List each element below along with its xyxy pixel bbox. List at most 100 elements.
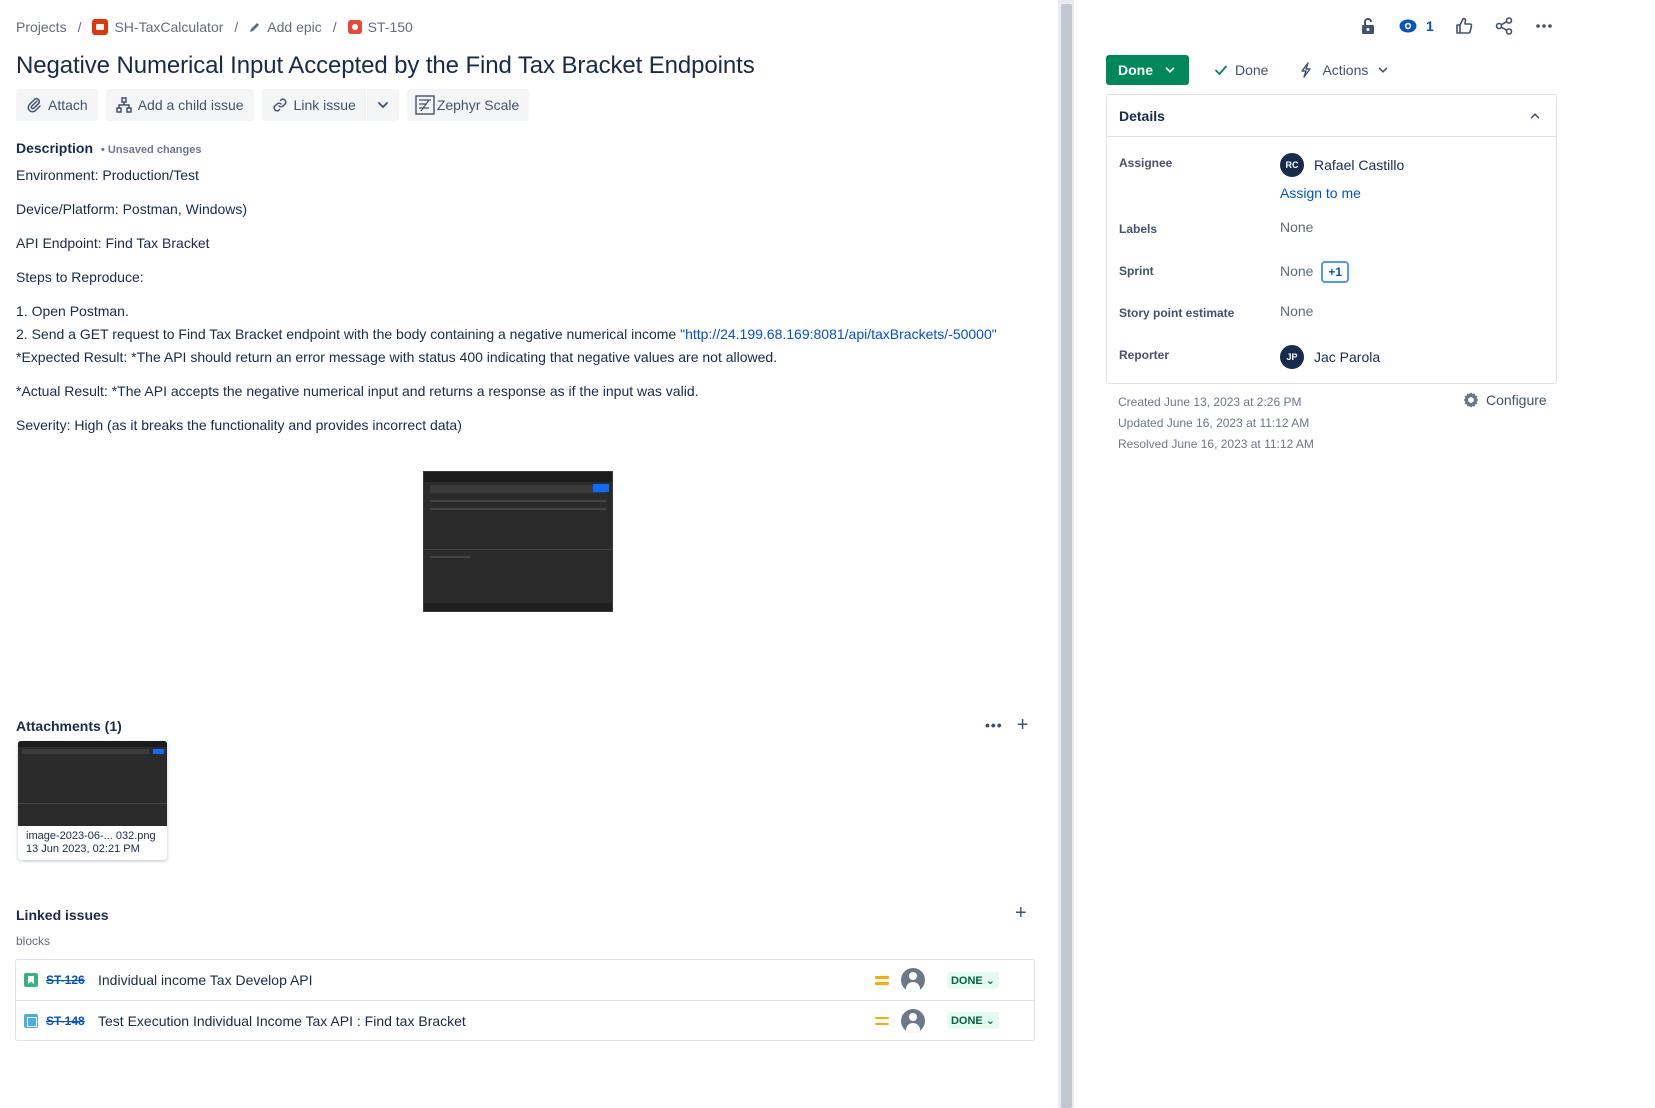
avatar: RC <box>1280 153 1304 177</box>
story-points-field: Story point estimate None <box>1119 295 1544 337</box>
link-issue-dropdown-button[interactable] <box>366 89 399 121</box>
description-severity: Severity: High (as it breaks the functio… <box>16 417 462 433</box>
add-child-issue-label: Add a child issue <box>137 97 244 113</box>
embedded-screenshot-image[interactable] <box>423 471 613 612</box>
linked-issue-key[interactable]: ST-126 <box>46 973 98 987</box>
breadcrumb-separator: / <box>234 19 239 35</box>
actions-button[interactable]: Actions <box>1292 62 1396 78</box>
assignee-value[interactable]: RC Rafael Castillo Assign to me <box>1280 145 1404 211</box>
attachment-card[interactable]: image-2023-06-... 032.png 13 Jun 2023, 0… <box>18 741 167 860</box>
thumbs-up-icon[interactable] <box>1454 16 1474 36</box>
attach-button[interactable]: Attach <box>16 89 98 121</box>
labels-label: Labels <box>1119 222 1158 236</box>
reporter-value[interactable]: JP Jac Parola <box>1280 337 1380 379</box>
zephyr-icon <box>415 95 435 115</box>
watch-count: 1 <box>1426 18 1434 34</box>
description-step-1: 1. Open Postman. <box>16 303 129 319</box>
details-header[interactable]: Details <box>1107 95 1556 137</box>
linked-issue-summary[interactable]: Test Execution Individual Income Tax API… <box>98 1013 466 1029</box>
sprint-value[interactable]: None +1 <box>1280 253 1350 295</box>
reporter-label: Reporter <box>1119 348 1170 362</box>
breadcrumb: Projects / SH-TaxCalculator / Add epic /… <box>16 19 413 35</box>
details-heading: Details <box>1119 107 1165 124</box>
list-item[interactable]: ST-148 Test Execution Individual Income … <box>16 1000 1034 1040</box>
link-issue-group: Link issue <box>261 89 399 121</box>
breadcrumb-separator: / <box>332 19 337 35</box>
configure-button[interactable]: Configure <box>1462 391 1547 409</box>
step-2-text: 2. Send a GET request to Find Tax Bracke… <box>16 326 681 342</box>
breadcrumb-add-epic-label[interactable]: Add epic <box>267 19 321 35</box>
breadcrumb-project-label[interactable]: SH-TaxCalculator <box>114 19 223 35</box>
details-body: Assignee RC Rafael Castillo Assign to me… <box>1107 137 1556 383</box>
more-icon[interactable]: ••• <box>985 714 1003 736</box>
attachment-filename: image-2023-06-... 032.png <box>26 830 156 842</box>
actions-label: Actions <box>1322 62 1369 78</box>
labels-field: Labels None <box>1119 211 1544 253</box>
lock-icon[interactable] <box>1358 16 1378 36</box>
link-relation-label: blocks <box>16 934 51 948</box>
priority-medium-icon <box>874 975 889 985</box>
chevron-down-icon <box>1165 67 1175 73</box>
linked-issues-heading: Linked issues <box>16 907 109 923</box>
sprint-more-badge[interactable]: +1 <box>1321 261 1350 283</box>
link-issue-label: Link issue <box>293 97 356 113</box>
attachment-date: 13 Jun 2023, 02:21 PM <box>26 843 140 855</box>
status-lozenge[interactable]: DONE ⌄ <box>946 971 999 989</box>
link-issue-button[interactable]: Link issue <box>261 89 366 121</box>
linked-issues-list: ST-126 Individual income Tax Develop API… <box>15 959 1035 1041</box>
link-icon <box>273 98 287 112</box>
paperclip-icon <box>27 97 41 113</box>
resolution-indicator: Done <box>1207 62 1274 78</box>
assignee-field: Assignee RC Rafael Castillo Assign to me <box>1119 145 1544 211</box>
status-transition-button[interactable]: Done <box>1106 55 1189 85</box>
issue-title[interactable]: Negative Numerical Input Accepted by the… <box>16 52 755 80</box>
more-icon[interactable] <box>1534 16 1554 36</box>
share-icon[interactable] <box>1494 16 1514 36</box>
breadcrumb-project[interactable]: SH-TaxCalculator <box>92 19 223 35</box>
resolved-timestamp: Resolved June 16, 2023 at 11:12 AM <box>1118 437 1314 451</box>
details-panel: Details Assignee RC Rafael Castillo Assi… <box>1106 94 1557 384</box>
description-device: Device/Platform: Postman, Windows) <box>16 201 248 217</box>
api-url-link[interactable]: "http://24.199.68.169:8081/api/taxBracke… <box>680 326 997 342</box>
description-header: Description • Unsaved changes <box>16 140 201 156</box>
description-environment: Environment: Production/Test <box>16 167 199 183</box>
labels-value[interactable]: None <box>1280 211 1313 253</box>
bug-icon <box>347 20 362 34</box>
updated-timestamp: Updated June 16, 2023 at 11:12 AM <box>1118 416 1310 430</box>
watch-button[interactable]: 1 <box>1398 16 1434 36</box>
zephyr-scale-label: Zephyr Scale <box>436 97 520 113</box>
pencil-icon <box>250 23 260 32</box>
chevron-down-icon <box>1379 67 1388 73</box>
add-child-issue-button[interactable]: Add a child issue <box>105 89 254 121</box>
eye-icon <box>1399 19 1417 33</box>
status-row: Done Done Actions <box>1106 55 1396 85</box>
description-body[interactable]: Environment: Production/Test Device/Plat… <box>16 164 1056 437</box>
created-timestamp: Created June 13, 2023 at 2:26 PM <box>1118 395 1302 409</box>
chevron-up-icon[interactable] <box>1528 109 1542 123</box>
breadcrumb-issue-key[interactable]: ST-150 <box>347 19 413 35</box>
assign-to-me-link[interactable]: Assign to me <box>1280 185 1404 201</box>
breadcrumb-projects-label[interactable]: Projects <box>16 19 67 35</box>
issue-toolbar: Attach Add a child issue Link issue Zeph… <box>16 89 530 121</box>
attachment-thumbnail <box>18 741 167 826</box>
zephyr-scale-button[interactable]: Zephyr Scale <box>406 89 530 121</box>
linked-issue-key[interactable]: ST-148 <box>46 1014 98 1028</box>
status-label: DONE <box>950 974 983 987</box>
list-item[interactable]: ST-126 Individual income Tax Develop API… <box>16 960 1034 1000</box>
breadcrumb-add-epic[interactable]: Add epic <box>249 19 322 35</box>
issue-main-panel: Projects / SH-TaxCalculator / Add epic /… <box>0 0 1118 1108</box>
status-lozenge[interactable]: DONE ⌄ <box>946 1012 999 1029</box>
plus-icon[interactable]: + <box>1015 902 1027 925</box>
breadcrumb-projects[interactable]: Projects <box>16 19 67 35</box>
linked-issue-summary[interactable]: Individual income Tax Develop API <box>98 972 313 988</box>
resolution-label: Done <box>1235 62 1269 78</box>
breadcrumb-separator: / <box>77 19 82 35</box>
attach-label: Attach <box>48 97 88 113</box>
sprint-label: Sprint <box>1119 264 1154 278</box>
status-label: DONE <box>950 1015 983 1027</box>
description-steps-label: Steps to Reproduce: <box>16 269 144 285</box>
breadcrumb-issue-label[interactable]: ST-150 <box>368 19 413 35</box>
plus-icon[interactable]: + <box>1017 714 1029 736</box>
scrollbar-thumb[interactable] <box>1061 4 1072 1108</box>
story-points-value[interactable]: None <box>1280 295 1313 337</box>
